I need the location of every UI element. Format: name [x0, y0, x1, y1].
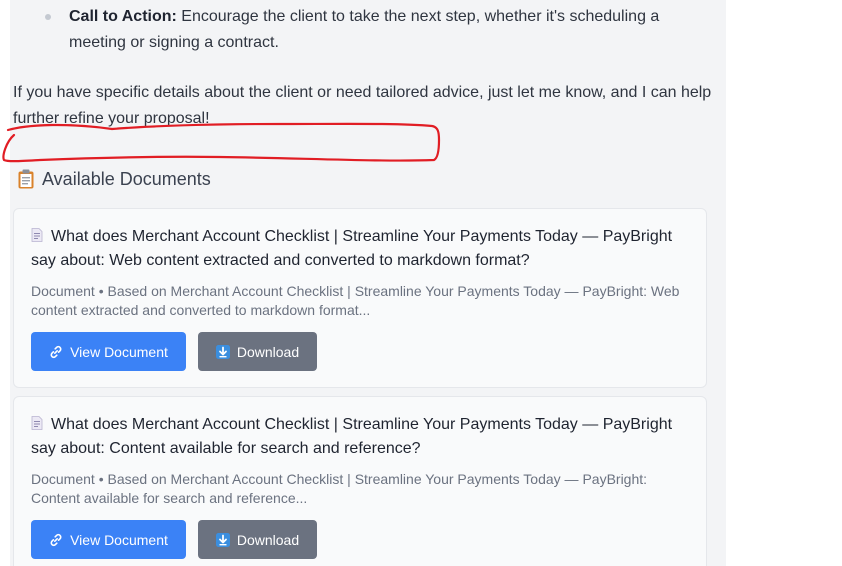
bullet-text: Call to Action: Encourage the client to … — [69, 4, 704, 56]
link-icon — [49, 533, 63, 547]
document-card: What does Merchant Account Checklist | S… — [13, 208, 707, 388]
view-document-button[interactable]: View Document — [31, 332, 186, 371]
closing-paragraph: If you have specific details about the c… — [13, 84, 712, 127]
view-document-button[interactable]: View Document — [31, 520, 186, 559]
download-label: Download — [236, 531, 300, 548]
documents-section-title: Available Documents — [42, 168, 211, 189]
view-document-label: View Document — [70, 531, 168, 548]
page: Call to Action: Encourage the client to … — [0, 0, 842, 566]
bullet-dot — [45, 14, 51, 20]
download-button[interactable]: Download — [198, 520, 317, 559]
link-icon — [49, 345, 63, 359]
view-document-label: View Document — [70, 343, 168, 360]
document-title: What does Merchant Account Checklist | S… — [31, 225, 691, 273]
download-button[interactable]: Download — [198, 332, 317, 371]
document-card: What does Merchant Account Checklist | S… — [13, 396, 707, 566]
download-label: Download — [236, 343, 300, 360]
document-meta: Document • Based on Merchant Account Che… — [31, 471, 648, 506]
document-meta: Document • Based on Merchant Account Che… — [31, 283, 680, 318]
clipboard-icon — [17, 169, 35, 189]
download-icon — [215, 344, 230, 359]
chat-message-panel: Call to Action: Encourage the client to … — [10, 0, 726, 566]
document-icon — [31, 226, 43, 242]
bullet-label: Call to Action: — [69, 8, 177, 25]
download-icon — [215, 532, 230, 547]
document-title-text: What does Merchant Account Checklist | S… — [31, 416, 673, 457]
document-title-text: What does Merchant Account Checklist | S… — [31, 228, 673, 269]
document-title: What does Merchant Account Checklist | S… — [31, 413, 691, 461]
document-icon — [31, 414, 43, 430]
right-gutter — [726, 0, 842, 566]
documents-section-header: Available Documents — [17, 166, 211, 192]
